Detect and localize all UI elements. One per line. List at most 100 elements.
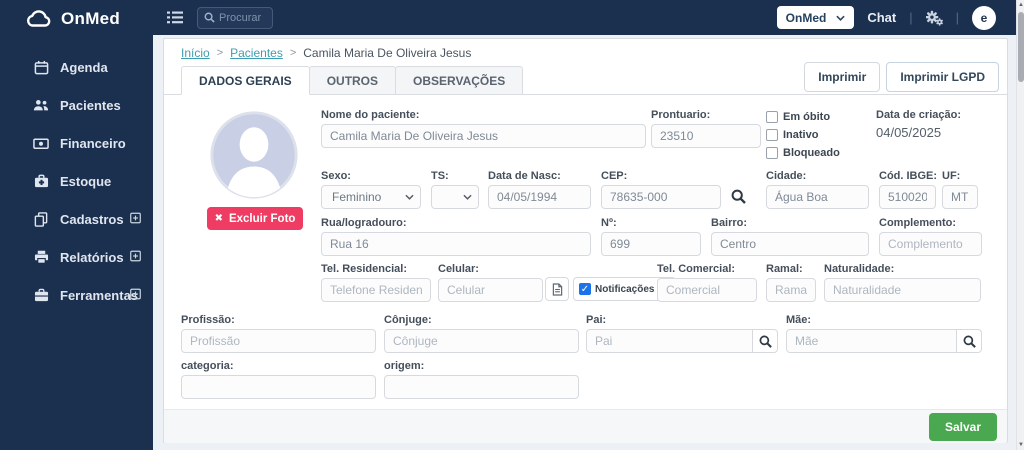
origem-input[interactable] (384, 375, 579, 399)
uf-input[interactable] (942, 185, 978, 209)
checkbox-notificacoes[interactable]: ✓ (579, 283, 591, 295)
checkbox-bloqueado[interactable] (766, 147, 778, 159)
sidebar: OnMed Agenda Pacientes Financeiro Estoqu… (0, 0, 153, 450)
x-icon: ✖ (214, 213, 223, 224)
menu-toggle-icon[interactable] (167, 11, 183, 24)
breadcrumb-separator: > (216, 47, 224, 59)
mae-input[interactable] (786, 329, 957, 353)
money-icon (33, 135, 49, 151)
nome-input[interactable] (321, 124, 646, 148)
pai-label: Pai: (586, 314, 607, 326)
breadcrumb-separator: > (289, 47, 297, 59)
status-flags: Em óbito Inativo Bloqueado (766, 111, 840, 165)
sidebar-item-agenda[interactable]: Agenda (0, 48, 153, 86)
user-avatar[interactable]: e (972, 5, 996, 30)
document-icon (552, 282, 563, 296)
global-search[interactable] (197, 6, 273, 29)
field-cep: CEP: (601, 170, 721, 209)
chevron-down-icon (405, 194, 414, 200)
tab-outros[interactable]: OUTROS (308, 66, 397, 95)
imprimir-lgpd-button[interactable]: Imprimir LGPD (886, 62, 999, 92)
scroll-up-icon[interactable]: ▲ (1017, 2, 1024, 8)
sidebar-item-label: Cadastros (60, 211, 124, 227)
topbar-separator: | (909, 10, 913, 25)
scrollbar-thumb[interactable] (1018, 12, 1024, 82)
flag-label: Inativo (783, 129, 819, 141)
sexo-label: Sexo: (321, 170, 351, 182)
chat-link[interactable]: Chat (867, 10, 896, 25)
conjuge-input[interactable] (384, 329, 579, 353)
sidebar-item-label: Ferramentas (60, 287, 139, 303)
tab-bar: DADOS GERAIS OUTROS OBSERVAÇÕES (181, 66, 524, 95)
data-nasc-input[interactable] (488, 185, 591, 209)
sidebar-item-ferramentas[interactable]: Ferramentas (0, 276, 153, 314)
conjuge-label: Cônjuge: (384, 314, 432, 326)
sidebar-item-label: Relatórios (60, 249, 124, 265)
search-input[interactable] (219, 11, 266, 24)
checkbox-inativo[interactable] (766, 129, 778, 141)
field-data-criacao: Data de criação: 04/05/2025 (876, 109, 1001, 140)
field-ibge: Cód. IBGE: (879, 170, 937, 209)
ramal-input[interactable] (766, 278, 816, 302)
mae-search-button[interactable] (956, 329, 982, 353)
breadcrumb-pacientes-link[interactable]: Pacientes (230, 46, 283, 60)
pai-search-button[interactable] (752, 329, 778, 353)
sidebar-item-financeiro[interactable]: Financeiro (0, 124, 153, 162)
sidebar-item-estoque[interactable]: Estoque (0, 162, 153, 200)
ramal-label: Ramal: (766, 263, 803, 275)
naturalidade-input[interactable] (824, 278, 981, 302)
cep-label: CEP: (601, 170, 628, 182)
brand-logo[interactable]: OnMed (0, 0, 153, 38)
imprimir-button[interactable]: Imprimir (804, 62, 881, 92)
profissao-input[interactable] (181, 329, 376, 353)
excluir-foto-button[interactable]: ✖ Excluir Foto (207, 207, 303, 230)
numero-input[interactable] (601, 232, 701, 256)
ts-select[interactable] (431, 185, 479, 209)
unit-dropdown[interactable]: OnMed (776, 6, 855, 29)
expand-plus-icon[interactable] (130, 250, 141, 265)
rua-input[interactable] (321, 232, 591, 256)
field-naturalidade: Naturalidade: (824, 263, 981, 302)
tab-dados-gerais[interactable]: DADOS GERAIS (181, 66, 310, 95)
field-profissao: Profissão: (181, 314, 376, 353)
flag-inativo[interactable]: Inativo (766, 129, 840, 141)
cidade-input[interactable] (766, 185, 869, 209)
scroll-down-icon[interactable]: ▼ (1017, 442, 1024, 448)
cloud-logo-icon (24, 9, 54, 29)
topbar-separator: | (955, 10, 959, 25)
ts-label: TS: (431, 170, 449, 182)
categoria-input[interactable] (181, 375, 376, 399)
celular-notes-button[interactable] (545, 277, 569, 301)
flag-bloqueado[interactable]: Bloqueado (766, 147, 840, 159)
cep-input[interactable] (601, 185, 721, 209)
breadcrumb-home-link[interactable]: Início (181, 46, 210, 60)
rua-label: Rua/logradouro: (321, 217, 407, 229)
cep-search-button[interactable] (731, 189, 746, 204)
expand-plus-icon[interactable] (130, 212, 141, 227)
sidebar-item-cadastros[interactable]: Cadastros (0, 200, 153, 238)
salvar-button[interactable]: Salvar (928, 413, 997, 441)
field-cidade: Cidade: (766, 170, 869, 209)
sexo-select[interactable]: Feminino (321, 185, 421, 209)
complemento-input[interactable] (879, 232, 982, 256)
flag-em-obito[interactable]: Em óbito (766, 111, 840, 123)
gears-icon[interactable] (925, 10, 943, 26)
ibge-input[interactable] (879, 185, 936, 209)
sidebar-item-pacientes[interactable]: Pacientes (0, 86, 153, 124)
tel-residencial-input[interactable] (321, 278, 431, 302)
field-complemento: Complemento: (879, 217, 982, 256)
bairro-input[interactable] (711, 232, 869, 256)
scrollbar[interactable]: ▲ ▼ (1016, 0, 1024, 450)
users-icon (33, 97, 49, 113)
expand-plus-icon[interactable] (130, 288, 141, 303)
checkbox-em-obito[interactable] (766, 111, 778, 123)
tab-observacoes[interactable]: OBSERVAÇÕES (395, 66, 524, 95)
celular-input[interactable] (438, 278, 543, 302)
sidebar-item-relatorios[interactable]: Relatórios (0, 238, 153, 276)
field-data-nasc: Data de Nasc: (488, 170, 591, 209)
uf-label: UF: (942, 170, 961, 182)
prontuario-input[interactable] (651, 124, 761, 148)
field-nome: Nome do paciente: (321, 109, 646, 148)
pai-input[interactable] (586, 329, 753, 353)
tel-comercial-input[interactable] (657, 278, 757, 302)
